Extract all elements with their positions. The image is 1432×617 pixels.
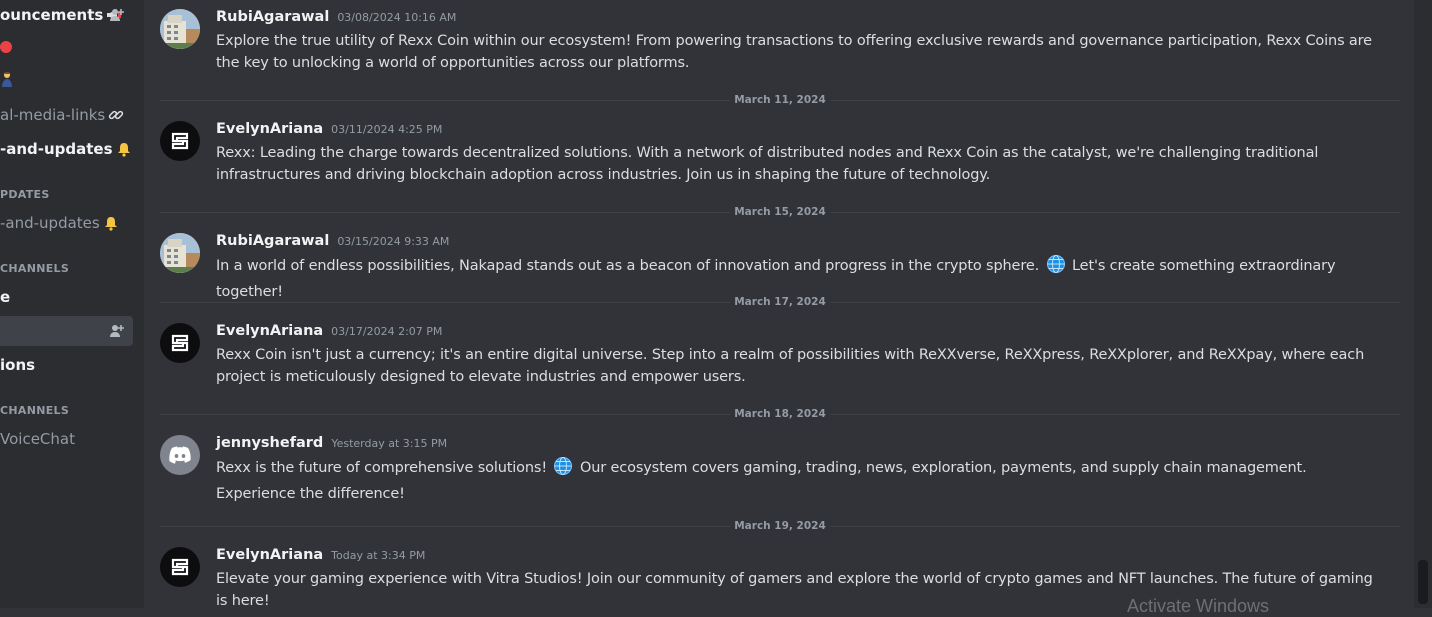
globe-emoji-icon <box>1046 254 1066 281</box>
timestamp: 03/08/2024 10:16 AM <box>337 11 457 24</box>
channel-label: -and-updates <box>0 140 113 158</box>
activate-windows-watermark: Activate Windows <box>1127 596 1270 616</box>
channel-announcements[interactable]: ouncements <box>0 0 133 30</box>
date-label: March 11, 2024 <box>730 94 830 106</box>
avatar[interactable] <box>160 121 200 161</box>
person-icon <box>0 71 14 91</box>
avatar[interactable] <box>160 323 200 363</box>
red-circle-icon <box>0 41 12 53</box>
channel-social-media-links[interactable]: al-media-links <box>0 100 133 130</box>
author-name[interactable]: jennyshefard <box>216 435 323 451</box>
channel-sidebar: ouncements al-media-links -and-updates P… <box>0 0 144 608</box>
date-label: March 18, 2024 <box>730 408 830 420</box>
date-divider: March 19, 2024 <box>160 520 1400 532</box>
date-divider: March 17, 2024 <box>160 296 1400 308</box>
category-channels[interactable]: CHANNELS <box>0 262 69 275</box>
author-name[interactable]: EvelynAriana <box>216 547 323 563</box>
discord-logo-icon <box>169 446 191 464</box>
message-text-part: Rexx is the future of comprehensive solu… <box>216 460 548 476</box>
author-name[interactable]: EvelynAriana <box>216 121 323 137</box>
globe-emoji-icon <box>553 456 573 483</box>
timestamp: Today at 3:34 PM <box>331 549 426 562</box>
channel-questions[interactable]: ions <box>0 350 133 380</box>
author-name[interactable]: RubiAgarawal <box>216 9 329 25</box>
channel-voicechat[interactable]: VoiceChat <box>0 424 133 454</box>
bell-icon <box>116 141 132 157</box>
channel-label: e <box>0 288 11 306</box>
channel-person[interactable] <box>0 66 133 96</box>
bell-icon <box>103 215 119 231</box>
add-member-icon[interactable] <box>109 7 125 27</box>
message-text: Rexx Coin isn't just a currency; it's an… <box>216 347 1365 385</box>
message-text-part: In a world of endless possibilities, Nak… <box>216 258 1040 274</box>
timestamp: 03/17/2024 2:07 PM <box>331 325 443 338</box>
scrollbar-thumb[interactable] <box>1418 560 1428 604</box>
link-icon <box>108 107 124 123</box>
rexx-logo-icon <box>171 334 189 352</box>
date-divider: March 15, 2024 <box>160 206 1400 218</box>
timestamp: 03/11/2024 4:25 PM <box>331 123 443 136</box>
message-text: Rexx is the future of comprehensive solu… <box>216 456 1376 505</box>
avatar[interactable] <box>160 547 200 587</box>
channel-general[interactable]: e <box>0 282 133 312</box>
date-label: March 19, 2024 <box>730 520 830 532</box>
rexx-logo-icon <box>171 558 189 576</box>
avatar[interactable] <box>160 9 200 49</box>
message-text: Rexx: Leading the charge towards decentr… <box>216 145 1319 183</box>
channel-news-and-updates-2[interactable]: -and-updates <box>0 208 133 238</box>
timestamp: Yesterday at 3:15 PM <box>331 437 448 450</box>
author-name[interactable]: RubiAgarawal <box>216 233 329 249</box>
date-label: March 17, 2024 <box>730 296 830 308</box>
category-updates[interactable]: PDATES <box>0 188 50 201</box>
date-label: March 15, 2024 <box>730 206 830 218</box>
message-text: Explore the true utility of Rexx Coin wi… <box>216 33 1372 71</box>
scrollbar-track[interactable] <box>1414 0 1432 608</box>
channel-label: VoiceChat <box>0 430 75 448</box>
channel-selected[interactable] <box>0 316 133 346</box>
category-voice-channels[interactable]: CHANNELS <box>0 404 69 417</box>
channel-label: -and-updates <box>0 214 100 232</box>
channel-label: al-media-links <box>0 106 106 124</box>
timestamp: 03/15/2024 9:33 AM <box>337 235 450 248</box>
channel-label: ouncements <box>0 6 104 24</box>
channel-news-and-updates[interactable]: -and-updates <box>0 134 133 164</box>
date-divider: March 18, 2024 <box>160 408 1400 420</box>
rexx-logo-icon <box>171 132 189 150</box>
author-name[interactable]: EvelynAriana <box>216 323 323 339</box>
date-divider: March 11, 2024 <box>160 94 1400 106</box>
avatar[interactable] <box>160 435 200 475</box>
avatar[interactable] <box>160 233 200 273</box>
message-list: RubiAgarawal 03/08/2024 10:16 AM Explore… <box>144 0 1414 608</box>
channel-label: ions <box>0 356 36 374</box>
channel-red-circle[interactable] <box>0 32 133 62</box>
add-member-icon[interactable] <box>109 323 125 343</box>
